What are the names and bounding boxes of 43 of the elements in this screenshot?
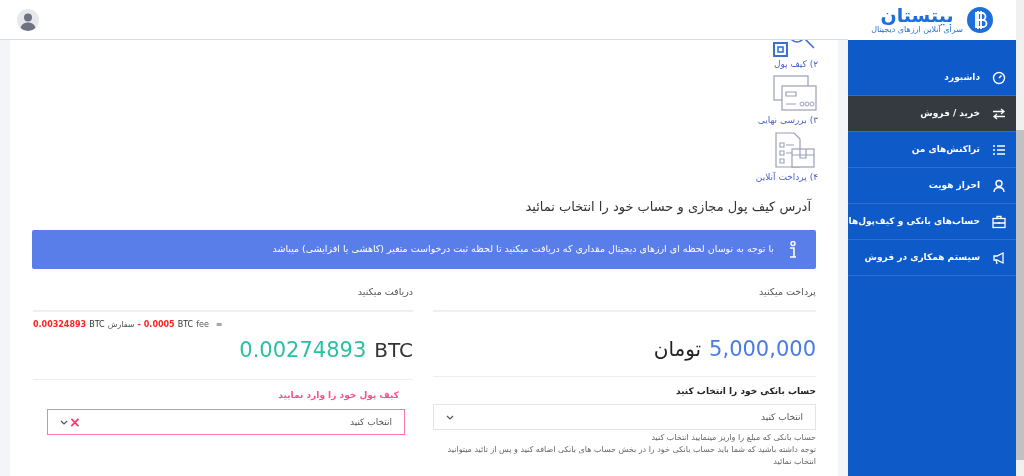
fee-amount: 0.0005 [143, 319, 175, 332]
checklist-icon [992, 142, 1006, 157]
field-label: حساب بانکی خود را انتخاب کنید [674, 384, 816, 398]
scrollbar[interactable] [1016, 0, 1024, 476]
unit-label: BTC [177, 319, 194, 332]
avatar-icon[interactable] [17, 8, 39, 31]
step-label: ۴) پرداخت آنلاین [755, 171, 818, 184]
amount-value: 5,000,000 [709, 336, 816, 364]
megaphone-icon [992, 250, 1006, 265]
column-title: دریافت میکنید [33, 281, 413, 313]
swap-arrows-icon [992, 106, 1006, 121]
currency-unit: تومان [653, 336, 702, 364]
column-title: پرداخت میکنید [433, 281, 816, 313]
unit-label: BTC [89, 319, 105, 332]
user-icon [992, 178, 1006, 193]
logo-icon [966, 7, 993, 33]
credit-cards-icon [772, 73, 818, 114]
clear-glyph[interactable]: × [69, 415, 81, 430]
gauge-icon [992, 70, 1006, 85]
briefcase-icon [992, 214, 1006, 229]
minus-sign: - [137, 319, 141, 332]
alert-text: با توجه به نوسان لحظه ای ارزهای دیجیتال مقداری که دریافت میکنید تا لحظه ثبت درخواست متغیر (کاهشی یا افزایشی) میباشد [272, 242, 774, 257]
chevron-down-icon [60, 419, 68, 425]
bank-select[interactable]: انتخاب کنید [433, 404, 816, 431]
section-heading: آدرس کیف پول مجازی و حساب خود را انتخاب نمائید [524, 197, 811, 216]
help-text: حساب بانکی که مبلغ را واریز مینمایید انتخاب کنید [650, 432, 816, 445]
logo-tagline: سرای آنلاین ارزهای دیجیتال [871, 26, 963, 34]
menu-glyph: ≡ [215, 319, 223, 332]
chevron-down-icon [446, 414, 454, 420]
order-label: سفارش [107, 319, 135, 332]
sidebar-item[interactable]: خرید / فروش [848, 96, 1016, 132]
fee-label: fee [196, 319, 209, 332]
amount-value: 0.00274893 [239, 337, 367, 365]
logo-text: بیتستان [880, 6, 954, 25]
field-label: کیف پول خود را وارد نمایید [277, 388, 399, 403]
info-icon [788, 240, 798, 259]
currency-unit: BTC [374, 337, 413, 365]
wallet-select[interactable]: انتخاب کنید × [47, 409, 405, 436]
step-label: ۳) بررسی نهایی [757, 113, 818, 127]
document-box-icon [772, 129, 818, 171]
order-amount: 0.00324893 [33, 319, 87, 332]
help-text: توجه داشته باشید که شما باید حساب بانکی خود را در بخش حساب های بانکی اضافه کنید و پس از تائید میتوانید انتخاب نمائید [446, 444, 816, 469]
step-label: ۲) کیف پول [773, 58, 818, 71]
